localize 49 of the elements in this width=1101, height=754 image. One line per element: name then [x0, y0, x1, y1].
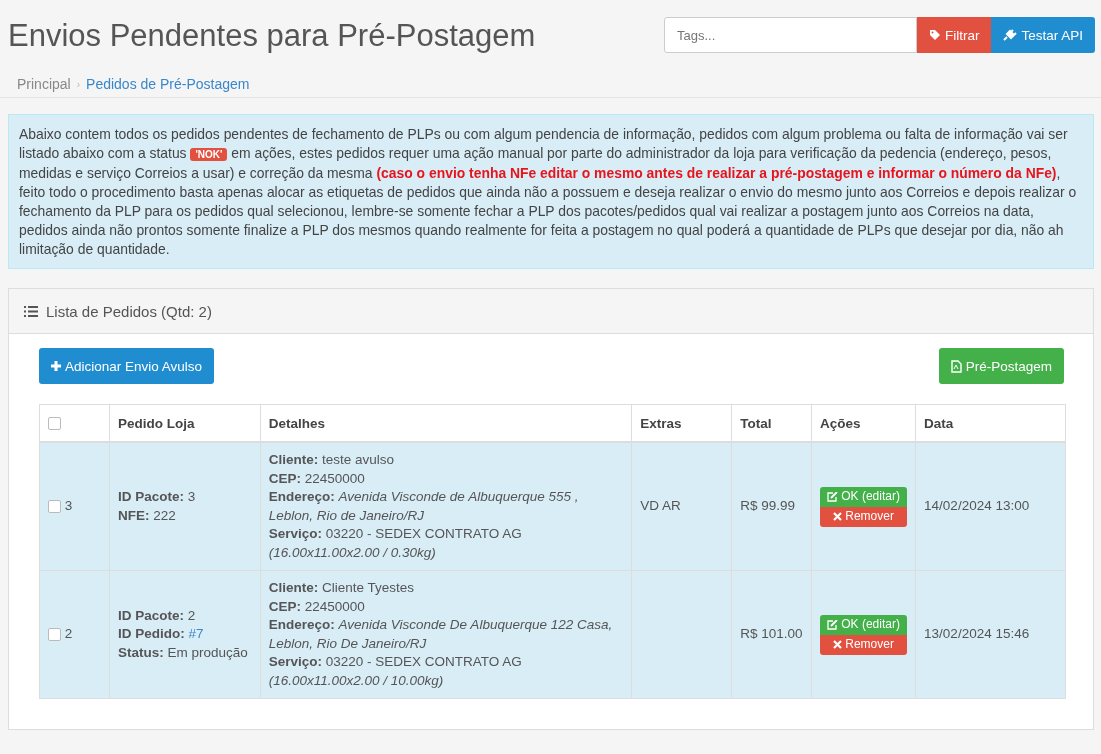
- date-cell: 13/02/2024 15:46: [915, 570, 1066, 699]
- breadcrumb-link[interactable]: Principal: [17, 76, 71, 92]
- panel-title: Lista de Pedidos (Qtd: 2): [46, 302, 212, 320]
- row-checkbox[interactable]: [48, 500, 61, 514]
- order-field: ID Pacote: 2: [117, 606, 252, 626]
- date-cell: 14/02/2024 13:00: [915, 442, 1066, 571]
- row-checkbox[interactable]: [48, 628, 61, 642]
- toolbar-button[interactable]: Testar API: [991, 17, 1095, 53]
- order-field: Status: Em produção: [117, 643, 252, 663]
- info-text: Abaixo contem todos os pedidos pendentes de fechamento de PLPs ou com algum pendencia de informação, pedidos com algum problema ou falta de informação vai ser listado abaixo com a status 'NOK' em ações, estes pedidos requer uma ação manual por parte do administrador da loja para verificação da pedencia (endereço, pesos, medidas e serviço Correios a usar) e correção da mesma (caso o envio tenha NFe editar o mesmo antes de realizar a pré-postagem e informar o número da NFe), feito todo o procedimento basta apenas alocar as etiquetas de pedidos que ainda não a possuem e deseja realizar o envio do mesmo junto aos Correios e depois realizar o fechamento da PLP para os pedidos qual selecionou, lembre-se somente fechar a PLP dos pacotes/pedidos qual vai realizar a postagem junto aos Correios na data, pedidos ainda não prontos somente finalize a PLP dos mesmos quando realmente for feita a postagem no qual poderá a quantidade de PLPs que desejar por dia, não ah limitação de quantidade.: [19, 125, 1078, 259]
- detail-line: Endereço: Avenida Visconde de Albuquerque 555 , Leblon, Rio de Janeiro/RJ: [268, 488, 580, 525]
- close-icon: [833, 512, 843, 521]
- plug-icon: [1003, 29, 1018, 41]
- extras-cell: VD AR: [631, 442, 732, 571]
- page-title: Envios Pendentes para Pré-Postagem: [8, 18, 536, 54]
- total-cell: R$ 101.00: [731, 570, 812, 699]
- row-number: 2: [64, 626, 73, 642]
- tags-search-field[interactable]: Tags...: [663, 17, 917, 53]
- order-field: ID Pacote: 3: [117, 488, 252, 507]
- detail-line: Endereço: Avenida Visconde De Albuquerque 122 Casa, Leblon, Rio De Janeiro/RJ: [268, 616, 614, 653]
- remove-button[interactable]: Remover: [820, 634, 908, 655]
- edit-button[interactable]: OK (editar): [820, 614, 908, 635]
- detail-line: CEP: 22450000: [268, 597, 366, 616]
- detail-line: Serviço: 03220 - SEDEX CONTRATO AG (16.00x11.00x2.00 / 10.00kg): [268, 653, 523, 690]
- status-badge: 'NOK': [190, 148, 228, 161]
- pre-postage-button[interactable]: Pré-Postagem: [938, 348, 1064, 384]
- close-icon: [833, 640, 843, 649]
- breadcrumb-separator: ›: [76, 78, 81, 90]
- order-link[interactable]: #7: [188, 626, 204, 642]
- list-icon: [24, 305, 38, 317]
- tag-icon: [928, 29, 941, 41]
- edit-icon: [827, 619, 839, 630]
- order-field: ID Pedido: #7: [117, 625, 252, 644]
- detail-line: Serviço: 03220 - SEDEX CONTRATO AG (16.00x11.00x2.00 / 0.30kg): [268, 525, 523, 562]
- edit-icon: [827, 491, 839, 502]
- order-field: NFE: 222: [117, 506, 252, 525]
- toolbar-button[interactable]: Filtrar: [916, 17, 992, 53]
- detail-line: Cliente: Cliente Tyestes: [268, 579, 416, 597]
- row-number: 3: [64, 498, 73, 514]
- total-cell: R$ 99.99: [731, 442, 812, 571]
- breadcrumb-link[interactable]: Pedidos de Pré-Postagem: [86, 76, 250, 92]
- edit-button[interactable]: OK (editar): [820, 486, 908, 507]
- plus-icon: [51, 361, 61, 371]
- detail-line: Cliente: teste avulso: [268, 451, 396, 469]
- remove-button[interactable]: Remover: [820, 506, 908, 527]
- pdf-file-icon: [950, 359, 962, 373]
- detail-line: CEP: 22450000: [268, 469, 366, 488]
- add-shipment-button[interactable]: Adicionar Envio Avulso: [39, 348, 215, 384]
- select-all-checkbox[interactable]: [48, 417, 61, 431]
